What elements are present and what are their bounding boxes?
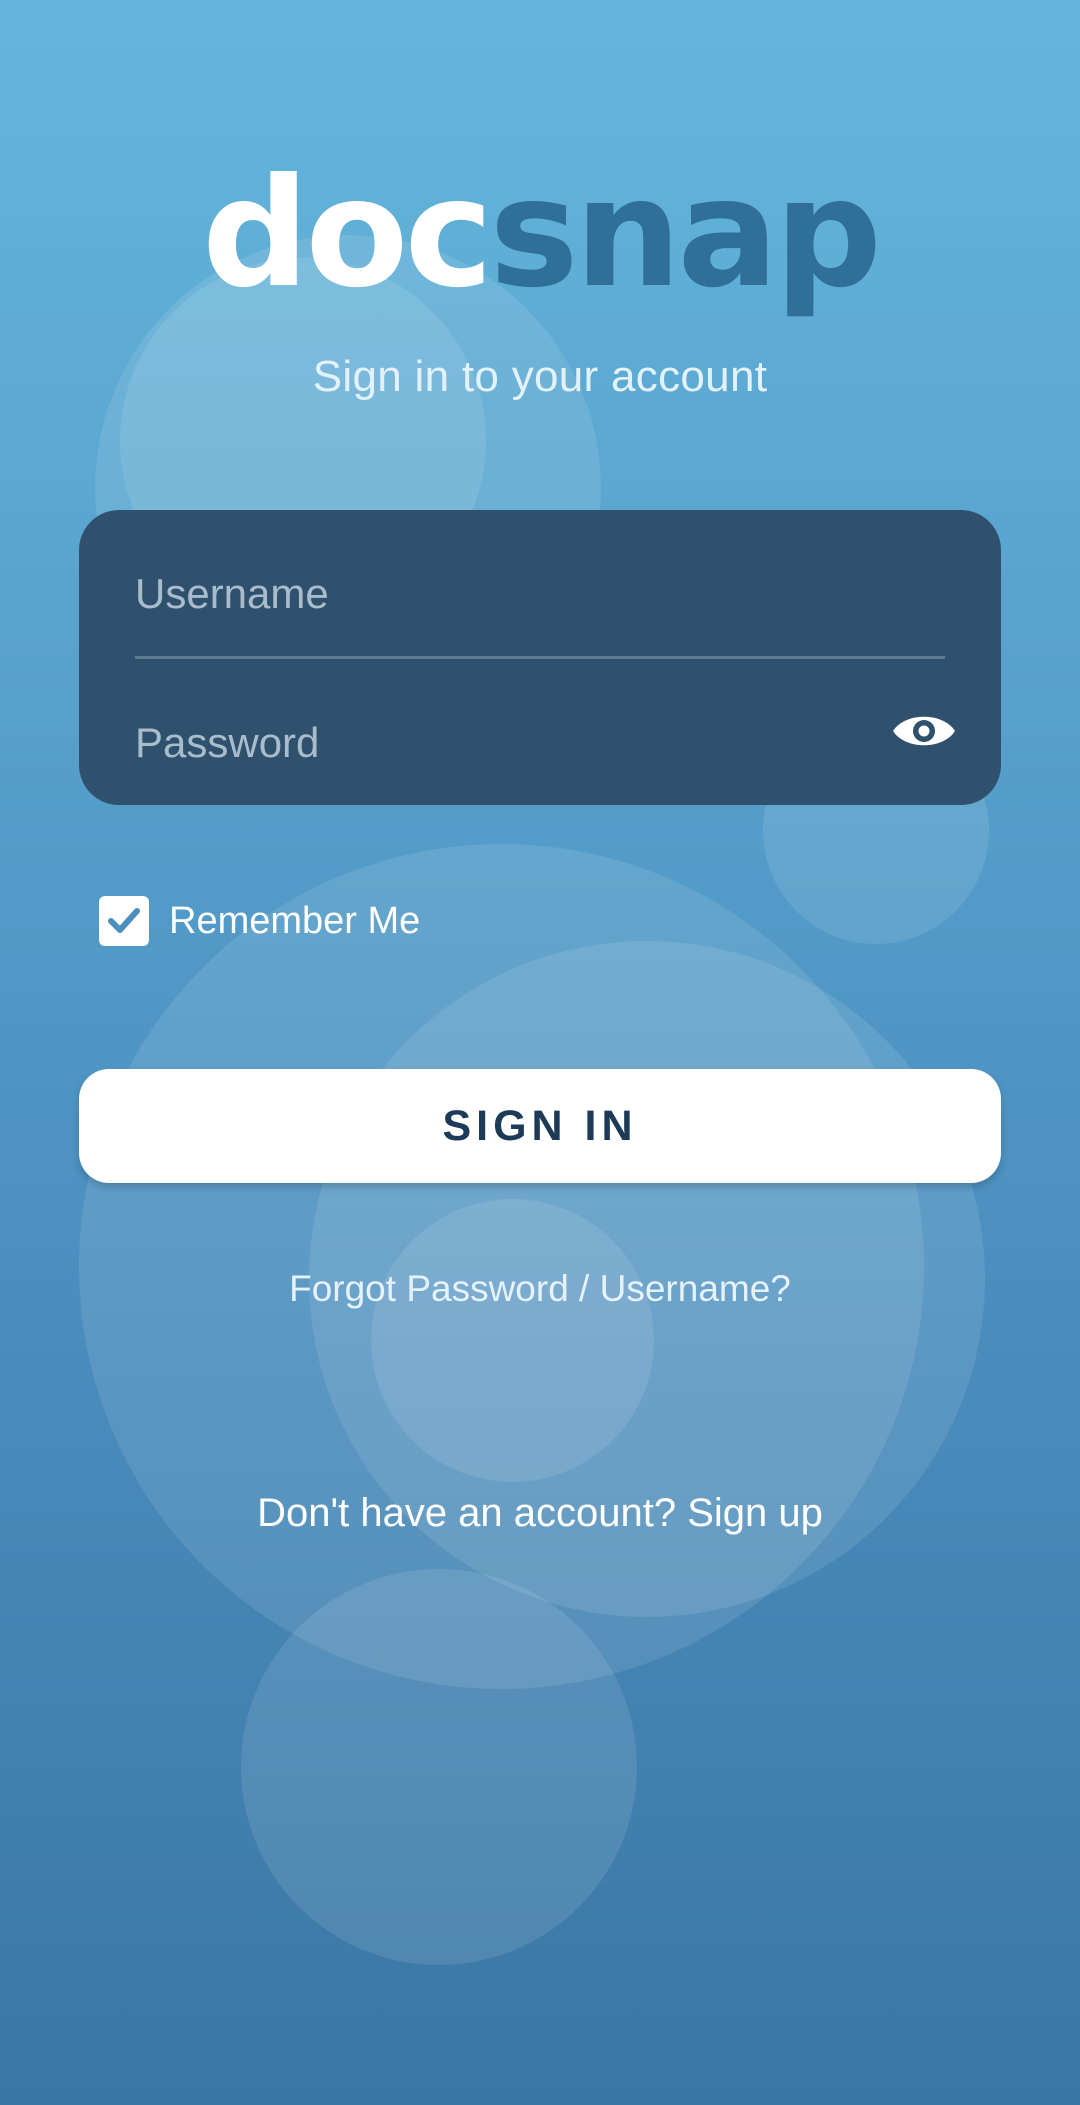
eye-icon[interactable] [891,706,957,756]
logo-doc-text: doc [202,170,489,320]
svg-text:docsnap: docsnap [202,170,878,320]
bubble [371,1199,654,1482]
remember-me-label: Remember Me [169,899,421,942]
password-input[interactable] [135,695,835,791]
docsnap-logo: docsnap [202,170,882,320]
login-form-card [79,510,1001,805]
forgot-password-link[interactable]: Forgot Password / Username? [0,1268,1080,1310]
logo-snap-text: snap [489,170,878,320]
sign-up-link[interactable]: Don't have an account? Sign up [0,1491,1080,1536]
bubble [79,844,924,1689]
field-divider [135,656,945,659]
checkmark-icon [108,908,140,933]
username-input[interactable] [135,546,945,642]
checkbox-box[interactable] [99,896,149,946]
bubble [241,1569,637,1965]
remember-me-checkbox[interactable]: Remember Me [99,893,420,949]
page-subtitle: Sign in to your account [312,352,768,401]
sign-in-button[interactable]: SIGN IN [79,1069,1001,1183]
